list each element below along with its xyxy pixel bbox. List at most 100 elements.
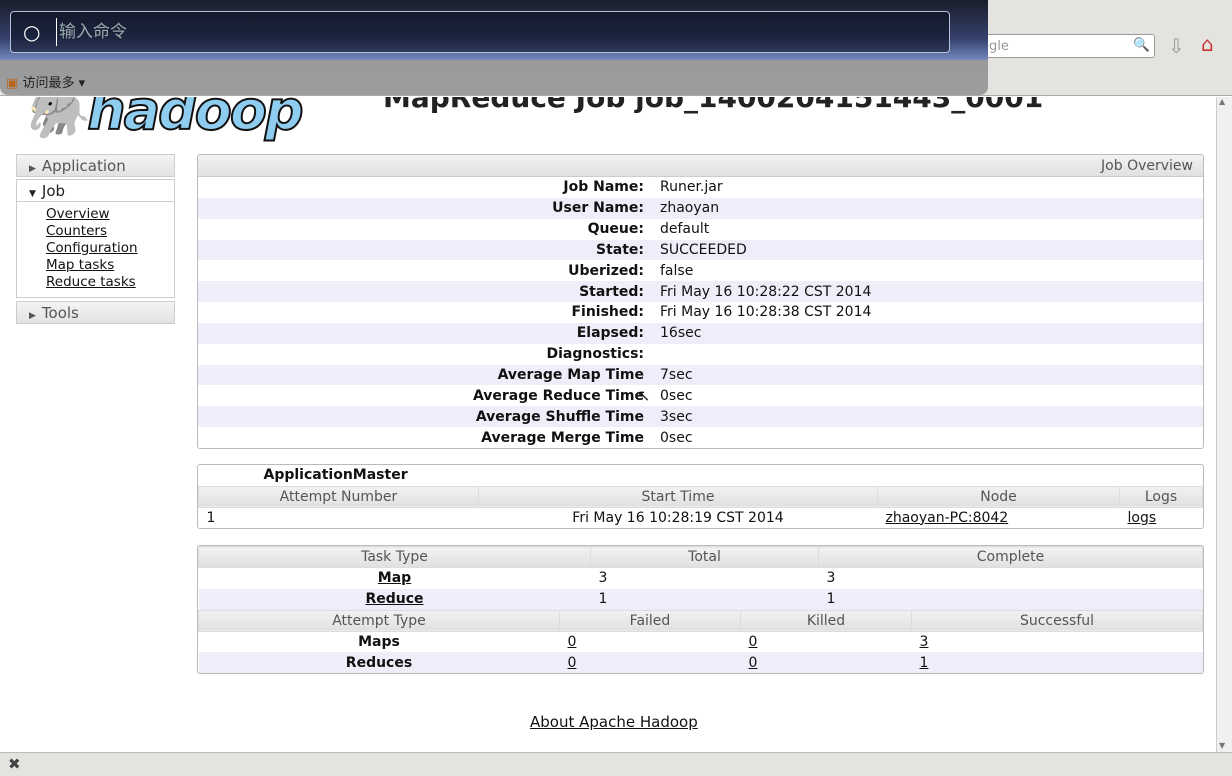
page-title: MapReduce Job job_1400204151443_0001 (383, 97, 1044, 114)
page-content: 🐘hadoop MapReduce Job job_1400204151443_… (0, 97, 1216, 752)
overview-row: Queue: default (198, 219, 1203, 240)
maps-label: Maps (358, 633, 400, 650)
overview-value: Runer.jar (660, 179, 723, 196)
command-launcher: ○ ▣ 访问最多 ▾ (0, 0, 988, 95)
search-icon: ○ (23, 20, 41, 44)
overview-row: Average Merge Time 0sec (198, 427, 1203, 448)
col-complete: Complete (818, 546, 1203, 568)
about-hadoop-link[interactable]: About Apache Hadoop (530, 713, 698, 731)
nav-tools[interactable]: ▶ Tools (16, 301, 175, 324)
mouse-cursor-icon: ↖ (637, 386, 651, 405)
logs-link[interactable]: logs (1128, 510, 1157, 526)
folder-icon: ▣ (6, 76, 19, 91)
overview-row: Started: Fri May 16 10:28:22 CST 2014 (198, 281, 1203, 303)
link-reduce-tasks[interactable]: Reduce tasks (46, 274, 174, 291)
table-row: Reduces 0 0 1 (198, 652, 1203, 673)
link-configuration[interactable]: Configuration (46, 240, 174, 257)
overview-row: User Name: zhaoyan (198, 197, 1203, 219)
overview-row: State: SUCCEEDED (198, 239, 1203, 261)
tasks-panel: Task Type Total Complete Map 3 3 Reduce 1 1 … (197, 545, 1204, 674)
overview-key: Diagnostics: (546, 346, 644, 363)
overview-value: 7sec (660, 367, 693, 384)
reduces-killed-link[interactable]: 0 (749, 655, 758, 671)
overview-key: Uberized: (568, 262, 644, 279)
command-input[interactable] (56, 18, 936, 46)
triangle-down-icon: ▼ (29, 189, 36, 199)
overview-row: Job Name: Runer.jar (198, 177, 1203, 198)
triangle-right-icon: ▶ (29, 164, 36, 174)
reduces-successful-link[interactable]: 1 (920, 655, 929, 671)
col-failed: Failed (559, 609, 741, 632)
link-map-tasks[interactable]: Map tasks (46, 257, 174, 274)
map-total: 3 (598, 570, 608, 587)
nav-application[interactable]: ▶ Application (16, 154, 175, 177)
overview-value: Fri May 16 10:28:38 CST 2014 (660, 304, 872, 321)
bookmark-label: 访问最多 (22, 76, 75, 91)
scroll-down-icon[interactable]: ▼ (1219, 741, 1225, 750)
reduce-complete: 1 (826, 591, 836, 607)
close-icon[interactable]: ✖ (8, 755, 21, 773)
nav-label: Tools (41, 304, 79, 322)
command-box[interactable]: ○ (10, 11, 950, 53)
attempt-type-table: Attempt Type Failed Killed Successful Ma… (198, 609, 1203, 673)
overview-value: false (660, 262, 694, 279)
job-overview-panel: Job Overview Job Name: Runer.jar User Name… (197, 154, 1204, 449)
home-icon[interactable]: ⌂ (1201, 32, 1214, 56)
panel-header: Job Overview (198, 155, 1203, 177)
reduces-failed-link[interactable]: 0 (568, 655, 577, 671)
attempt-number: 1 (206, 509, 216, 526)
scroll-up-icon[interactable]: ▲ (1219, 97, 1225, 106)
triangle-right-icon: ▶ (29, 311, 36, 321)
node-link[interactable]: zhaoyan-PC:8042 (886, 510, 1009, 526)
nav-job[interactable]: ▼ Job (16, 179, 175, 202)
col-attempt-type: Attempt Type (198, 609, 560, 632)
search-icon[interactable]: 🔍 (1133, 37, 1150, 53)
task-type-table: Task Type Total Complete Map 3 3 Reduce 1 1 (198, 546, 1203, 610)
overview-key: Job Name: (563, 179, 644, 196)
col-node[interactable]: Node (877, 485, 1120, 508)
nav-label: Application (41, 157, 126, 175)
col-logs[interactable]: Logs (1119, 485, 1203, 508)
job-links: Overview Counters Configuration Map task… (16, 202, 175, 298)
vertical-scrollbar[interactable]: ▲ ▼ (1216, 97, 1232, 752)
col-killed: Killed (740, 609, 912, 632)
overview-row: Elapsed: 16sec (198, 322, 1203, 344)
nav-label: Job (41, 182, 66, 200)
bookmark-most-visited[interactable]: ▣ 访问最多 ▾ (6, 72, 85, 91)
overview-key: Average Merge Time (481, 429, 644, 446)
reduce-link[interactable]: Reduce (365, 591, 423, 607)
overview-value: 0sec (660, 387, 693, 404)
overview-key: Elapsed: (576, 325, 644, 342)
maps-failed-link[interactable]: 0 (568, 634, 577, 650)
overview-row: Average Map Time 7sec (198, 364, 1203, 386)
overview-value: 16sec (660, 325, 702, 342)
reduces-label: Reduces (345, 654, 413, 671)
map-link[interactable]: Map (378, 570, 411, 586)
overview-row: Average Reduce Time 0sec (198, 385, 1203, 406)
table-row: 1 Fri May 16 10:28:19 CST 2014 zhaoyan-P… (199, 507, 1203, 528)
overview-value: 3sec (660, 408, 693, 425)
overview-key: Queue: (587, 221, 644, 238)
hadoop-logo[interactable]: 🐘hadoop (21, 97, 304, 143)
reduce-total: 1 (598, 591, 608, 607)
col-task-type: Task Type (198, 546, 591, 568)
overview-key: Started: (579, 283, 644, 300)
table-row: Reduce 1 1 (198, 588, 1203, 610)
overview-value: SUCCEEDED (660, 241, 747, 258)
application-master-panel: ApplicationMaster Attempt Number Start T… (197, 464, 1204, 529)
overview-key: Average Map Time (497, 367, 644, 384)
overview-value: 0sec (660, 429, 693, 446)
start-time: Fri May 16 10:28:19 CST 2014 (572, 509, 784, 526)
overview-key: Average Shuffle Time (475, 408, 644, 425)
link-counters[interactable]: Counters (46, 223, 174, 240)
col-attempt-number[interactable]: Attempt Number (198, 485, 479, 508)
status-bar: ✖ (0, 752, 1232, 776)
overview-key: User Name: (552, 200, 644, 217)
col-start-time[interactable]: Start Time (478, 485, 878, 508)
overview-value: default (660, 221, 710, 238)
download-icon[interactable]: ⇩ (1168, 34, 1185, 58)
maps-successful-link[interactable]: 3 (920, 634, 929, 650)
maps-killed-link[interactable]: 0 (749, 634, 758, 650)
map-complete: 3 (826, 570, 836, 587)
link-overview[interactable]: Overview (46, 206, 174, 223)
